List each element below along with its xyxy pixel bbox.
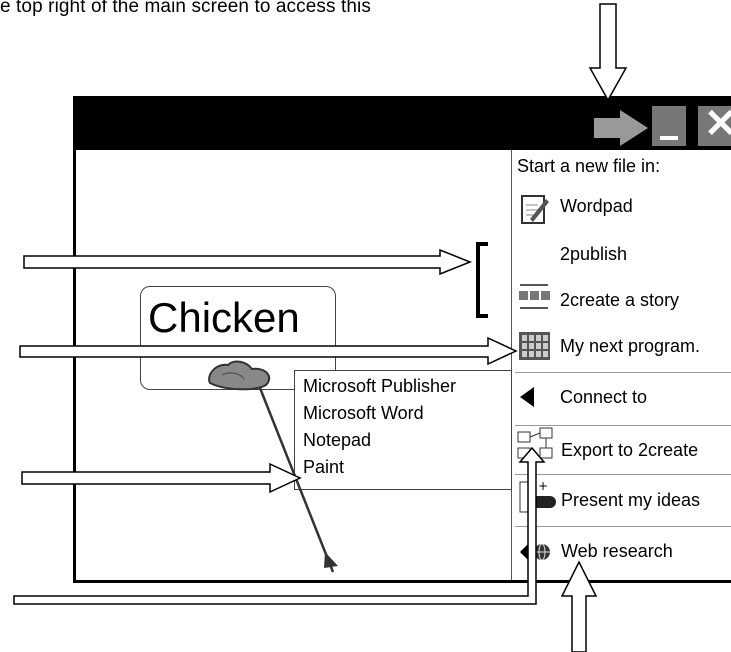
annotation-overlay (13, 3, 628, 652)
connector-arrowhead (324, 552, 338, 568)
annotation-arrow-2 (19, 336, 518, 366)
annotation-arrow-up (560, 560, 598, 652)
bracket-2publish (476, 242, 488, 318)
annotation-arrow-1 (23, 248, 473, 276)
annotation-arrow-3 (21, 462, 302, 494)
annotation-arrow-down (588, 3, 628, 102)
